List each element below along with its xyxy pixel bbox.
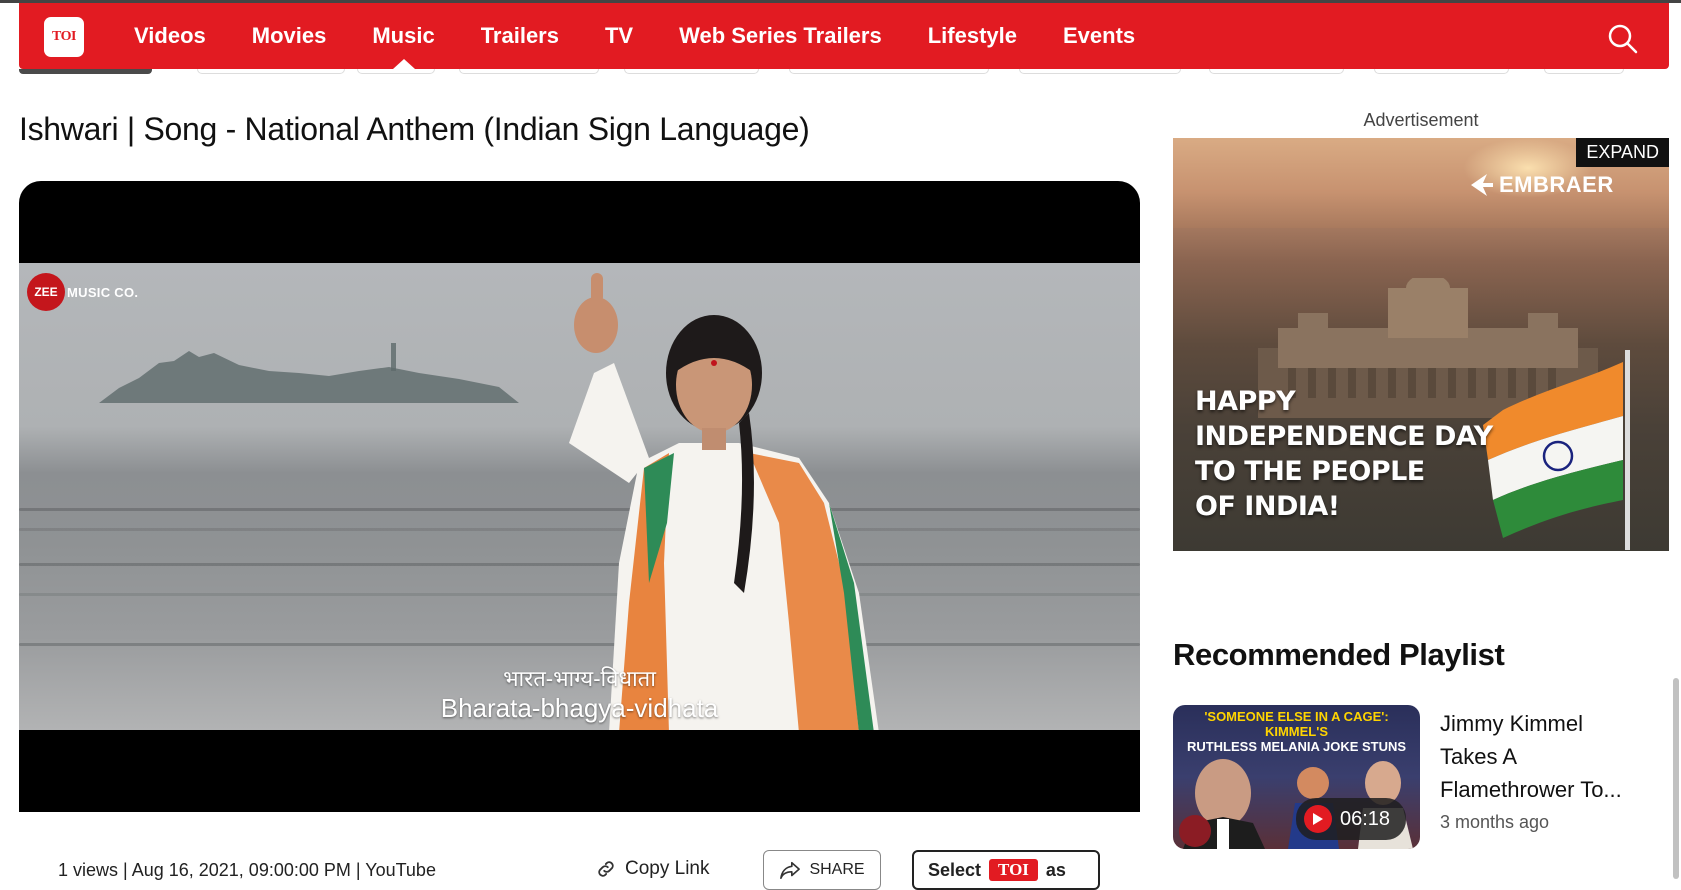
playlist-item-title[interactable]: Jimmy Kimmel Takes A Flamethrower To... [1440, 707, 1640, 806]
nav-item-events[interactable]: Events [1063, 3, 1135, 69]
share-label: SHARE [809, 861, 865, 878]
thumbnail-headline-line: 'SOMEONE ELSE IN A CAGE': KIMMEL'S [1204, 709, 1389, 739]
toi-badge: TOI [989, 859, 1038, 881]
copy-link-button[interactable]: Copy Link [595, 858, 710, 880]
nav-items: Videos Movies Music Trailers TV Web Seri… [134, 3, 1181, 69]
ad-headline-line: OF INDIA! [1195, 491, 1340, 522]
select-suffix: as [1045, 859, 1066, 880]
subnav-pill[interactable] [1374, 69, 1509, 74]
subnav-pill[interactable] [1019, 69, 1181, 74]
toi-logo[interactable]: TOI [44, 17, 84, 57]
embraer-mark-icon [1471, 174, 1493, 196]
copy-link-label: Copy Link [625, 858, 710, 879]
recommended-playlist-title: Recommended Playlist [1173, 637, 1505, 672]
video-frame[interactable]: ZEE MUSIC CO. भारत-भाग्य-विधाता Bharata-… [19, 263, 1140, 730]
share-icon [780, 861, 801, 879]
embraer-logo: EMBRAER [1469, 172, 1614, 198]
ad-expand-button[interactable]: EXPAND [1576, 138, 1669, 167]
subnav-active-tab[interactable] [19, 69, 152, 74]
link-icon [598, 861, 614, 877]
nav-item-trailers[interactable]: Trailers [481, 3, 559, 69]
play-icon [1304, 805, 1332, 833]
nav-item-movies[interactable]: Movies [252, 3, 327, 69]
playlist-item[interactable]: 'SOMEONE ELSE IN A CAGE': KIMMEL'S RUTHL… [1173, 705, 1633, 851]
nav-item-videos[interactable]: Videos [134, 3, 206, 69]
page-title: Ishwari | Song - National Anthem (Indian… [19, 111, 810, 147]
ad-headline-line: HAPPY [1195, 386, 1296, 417]
subnav-pill[interactable] [624, 69, 759, 74]
presenter-figure [569, 273, 879, 730]
playlist-title-line: Jimmy Kimmel [1440, 711, 1583, 736]
logo-text: TOI [52, 29, 76, 44]
nav-item-web-series-trailers[interactable]: Web Series Trailers [679, 3, 882, 69]
subnav-pill[interactable] [1209, 69, 1344, 74]
ad-headline-line: TO THE PEOPLE [1195, 456, 1425, 487]
zee-music-logo: ZEE MUSIC CO. [27, 273, 138, 311]
embraer-text: EMBRAER [1499, 172, 1614, 197]
sub-navigation [19, 69, 1669, 75]
nav-item-music[interactable]: Music [372, 3, 434, 69]
zee-logo-text: MUSIC CO. [67, 284, 139, 300]
video-meta-info: 1 views | Aug 16, 2021, 09:00:00 PM | Yo… [58, 860, 436, 880]
zee-logo-mark: ZEE [27, 273, 65, 311]
select-label: Select [928, 859, 982, 880]
subnav-pill[interactable] [459, 69, 599, 74]
duration-text: 06:18 [1340, 807, 1391, 830]
video-player[interactable]: ZEE MUSIC CO. भारत-भाग्य-विधाता Bharata-… [19, 181, 1140, 812]
ad-headline: HAPPY INDEPENDENCE DAY TO THE PEOPLE OF … [1195, 384, 1495, 524]
subnav-pill[interactable] [197, 69, 345, 74]
playlist-item-time: 3 months ago [1440, 812, 1550, 832]
select-toi-preferred-source-button[interactable]: Select TOI as [912, 850, 1100, 890]
nav-item-tv[interactable]: TV [605, 3, 633, 69]
page-scrollbar[interactable] [1673, 678, 1679, 879]
advertisement-label: Advertisement [1363, 110, 1479, 130]
advertisement-banner[interactable]: EMBRAER EXPAND HAPPY INDEPENDENCE DAY TO… [1173, 138, 1669, 551]
subnav-pill[interactable] [1544, 69, 1624, 74]
caption-english: Bharata-bhagya-vidhata [440, 693, 719, 723]
search-icon[interactable] [1607, 23, 1639, 55]
subnav-pill[interactable] [789, 69, 989, 74]
playlist-title-line: Flamethrower To... [1440, 777, 1622, 802]
video-duration-badge: 06:18 [1296, 798, 1406, 840]
top-navigation: TOI Videos Movies Music Trailers TV Web … [19, 3, 1669, 69]
ad-headline-line: INDEPENDENCE DAY [1195, 421, 1493, 452]
share-button[interactable]: SHARE [763, 850, 881, 890]
playlist-thumbnail[interactable]: 'SOMEONE ELSE IN A CAGE': KIMMEL'S RUTHL… [1173, 705, 1420, 849]
playlist-title-line: Takes A [1440, 744, 1518, 769]
nav-item-lifestyle[interactable]: Lifestyle [928, 3, 1017, 69]
subnav-pill[interactable] [357, 69, 435, 74]
caption-hindi: भारत-भाग्य-विधाता [503, 666, 656, 691]
island-silhouette [99, 343, 519, 403]
